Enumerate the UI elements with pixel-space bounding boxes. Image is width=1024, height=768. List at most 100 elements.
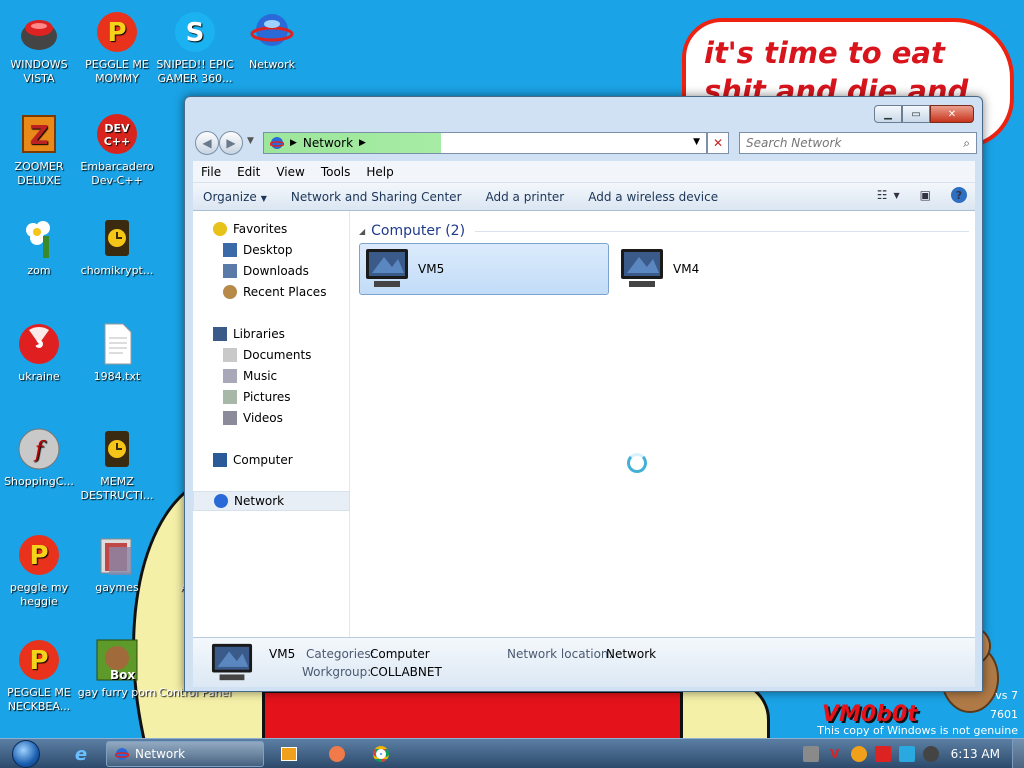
desktop-icon-memz[interactable]: MEMZ DESTRUCTI... xyxy=(77,427,157,503)
menu-view[interactable]: View xyxy=(268,165,312,179)
taskbar-window-label: Network xyxy=(135,747,186,761)
nav-downloads-label: Downloads xyxy=(243,264,309,278)
forward-button[interactable]: ▶ xyxy=(219,131,243,155)
forward-arrow-icon: ▶ xyxy=(226,136,236,150)
taskbar-network-window[interactable]: Network xyxy=(106,741,264,767)
desktop-icon-peggle-neckbeard[interactable]: P PEGGLE ME NECKBEA... xyxy=(0,638,79,714)
details-workgroup-value: COLLABNET xyxy=(370,665,442,679)
desktop-icon-zoomer[interactable]: Z ZOOMER DELUXE xyxy=(0,112,79,188)
desktop-icon-network[interactable]: Network xyxy=(232,10,312,72)
network-computer-vm5[interactable]: VM5 xyxy=(359,243,609,295)
taskbar-ie[interactable]: e xyxy=(66,741,96,767)
network-sharing-center-button[interactable]: Network and Sharing Center xyxy=(281,190,476,204)
address-bar[interactable]: ▶ Network ▶ ▼ xyxy=(263,132,707,154)
tray-volume-icon[interactable] xyxy=(922,746,939,762)
desktop-icon-shoppingc[interactable]: f ShoppingC... xyxy=(0,427,79,489)
taskbar-chrome[interactable] xyxy=(370,741,392,767)
nav-favorites[interactable]: Favorites xyxy=(193,219,350,239)
breadcrumb-separator-icon[interactable]: ▶ xyxy=(290,138,297,148)
maximize-button[interactable]: ▭ xyxy=(902,105,930,123)
minimize-button[interactable]: ▁ xyxy=(874,105,902,123)
window-controls: ▁ ▭ ✕ xyxy=(874,105,974,123)
desktop-icon-zom[interactable]: zom xyxy=(0,216,79,278)
stop-loading-button[interactable]: ✕ xyxy=(707,132,729,154)
organize-button[interactable]: Organize ▼ xyxy=(193,190,281,204)
search-box[interactable]: ⌕ xyxy=(739,132,977,154)
add-wireless-device-button[interactable]: Add a wireless device xyxy=(578,190,732,204)
videos-icon xyxy=(223,411,237,425)
add-printer-button[interactable]: Add a printer xyxy=(476,190,579,204)
app-icon xyxy=(329,746,345,762)
nav-videos[interactable]: Videos xyxy=(193,408,350,428)
taskbar: e Network V 6:13 AM xyxy=(0,738,1024,768)
recent-places-icon xyxy=(223,285,237,299)
preview-pane-icon[interactable]: ▣ xyxy=(920,188,931,202)
help-icon[interactable]: ? xyxy=(951,187,967,203)
back-button[interactable]: ◀ xyxy=(195,131,219,155)
nav-pictures-label: Pictures xyxy=(243,390,291,404)
desktop-icon-peggle-mommy[interactable]: P PEGGLE ME MOMMY xyxy=(77,10,157,86)
network-computer-vm4[interactable]: VM4 xyxy=(615,243,865,295)
not-genuine-watermark: This copy of Windows is not genuine xyxy=(817,724,1018,737)
breadcrumb-separator-icon[interactable]: ▶ xyxy=(359,138,366,148)
taskbar-pinned-app[interactable] xyxy=(326,741,348,767)
nav-music[interactable]: Music xyxy=(193,366,350,386)
desktop-icon-windows-vista[interactable]: WINDOWS VISTA xyxy=(0,10,79,86)
desktop-icon-devcpp[interactable]: DEV C++ Embarcadero Dev-C++ xyxy=(77,112,157,188)
command-bar: Organize ▼ Network and Sharing Center Add… xyxy=(193,183,975,211)
change-view-icon[interactable]: ☷ xyxy=(877,188,888,202)
nav-libraries-label: Libraries xyxy=(233,327,285,341)
tray-antivirus-icon[interactable]: V xyxy=(827,746,843,762)
nav-pictures[interactable]: Pictures xyxy=(193,387,350,407)
view-options-chevron-icon[interactable]: ▼ xyxy=(894,191,900,200)
peggle-icon: P xyxy=(19,640,59,680)
desktop-icon-label: zom xyxy=(27,264,51,277)
organize-label: Organize xyxy=(203,189,257,204)
media-player-icon xyxy=(281,747,297,761)
search-icon[interactable]: ⌕ xyxy=(963,136,970,151)
address-dropdown-icon[interactable]: ▼ xyxy=(693,137,700,147)
nav-downloads[interactable]: Downloads xyxy=(193,261,350,281)
box-badge-text: Box xyxy=(110,668,136,682)
close-button[interactable]: ✕ xyxy=(930,105,974,123)
tray-monitor-icon[interactable] xyxy=(898,746,915,762)
nav-computer[interactable]: Computer xyxy=(193,450,350,470)
tray-search-icon[interactable] xyxy=(850,746,867,762)
desktop-icon-chomikrypt[interactable]: chomikrypt... xyxy=(77,216,157,278)
taskbar-media-player[interactable] xyxy=(278,741,300,767)
recent-pages-dropdown[interactable]: ▼ xyxy=(247,136,254,146)
desktop-icon-gaymes[interactable]: gaymes xyxy=(77,533,157,595)
group-header-computer[interactable]: ◢ Computer (2) xyxy=(359,221,969,241)
nav-documents[interactable]: Documents xyxy=(193,345,350,365)
search-input[interactable] xyxy=(746,136,946,150)
taskbar-clock[interactable]: 6:13 AM xyxy=(951,747,1000,761)
menu-tools[interactable]: Tools xyxy=(313,165,359,179)
desktop-icon-peggle-heggie[interactable]: P peggle my heggie xyxy=(0,533,79,609)
collapse-triangle-icon[interactable]: ◢ xyxy=(359,227,365,236)
menu-help[interactable]: Help xyxy=(358,165,401,179)
radiation-icon xyxy=(19,324,59,364)
nav-recent-places[interactable]: Recent Places xyxy=(193,282,350,302)
chevron-down-icon: ▼ xyxy=(260,193,267,203)
nav-desktop[interactable]: Desktop xyxy=(193,240,350,260)
nav-libraries[interactable]: Libraries xyxy=(193,324,350,344)
group-header-divider xyxy=(475,230,969,232)
tray-flag-icon[interactable] xyxy=(874,746,891,762)
maximize-icon: ▭ xyxy=(911,108,921,120)
breadcrumb-network[interactable]: Network xyxy=(303,136,353,150)
desktop-icon-ukraine[interactable]: ukraine xyxy=(0,322,79,384)
menu-edit[interactable]: Edit xyxy=(229,165,268,179)
documents-icon xyxy=(223,348,237,362)
nav-network[interactable]: Network xyxy=(193,491,350,511)
svg-text:P: P xyxy=(29,541,48,571)
menu-file[interactable]: File xyxy=(193,165,229,179)
nav-computer-label: Computer xyxy=(233,453,293,467)
desktop-icon-1984-txt[interactable]: 1984.txt xyxy=(77,322,157,384)
start-button[interactable] xyxy=(6,739,46,768)
desktop-icon-skype[interactable]: S SNIPED!! EPIC GAMER 360... xyxy=(155,10,235,86)
tray-app-icon[interactable] xyxy=(802,746,819,762)
show-desktop-button[interactable] xyxy=(1012,739,1024,768)
details-pane: VM5 Categories: Computer Workgroup: COLL… xyxy=(193,637,975,687)
windows-orb-icon xyxy=(12,740,40,768)
bomb-icon xyxy=(21,20,57,50)
